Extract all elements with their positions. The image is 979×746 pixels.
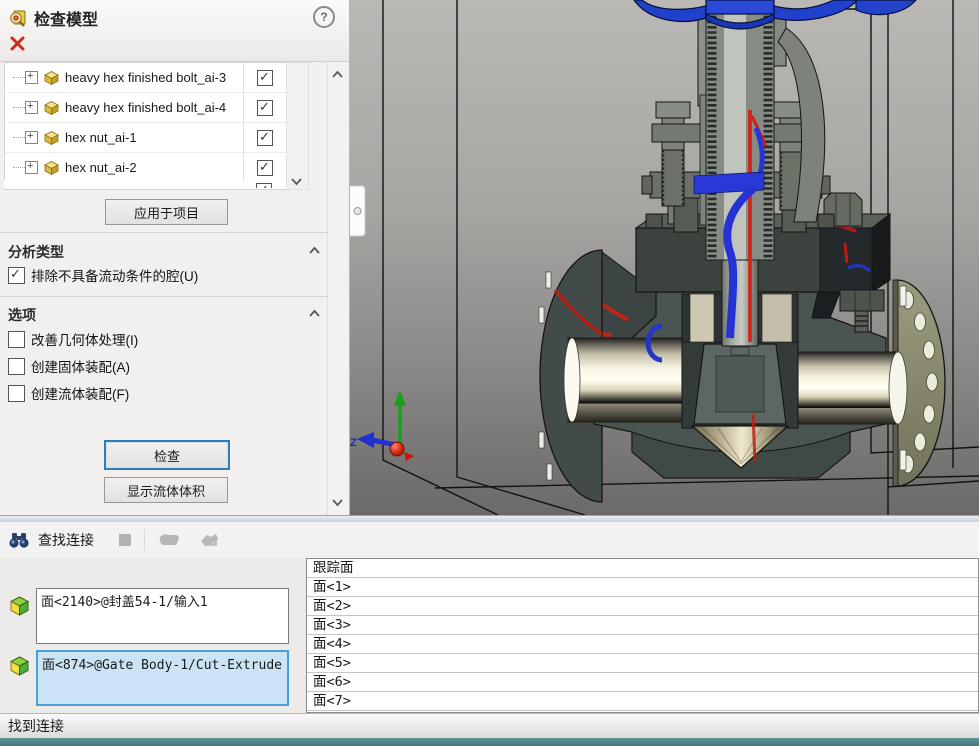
- solid-body-icon: [8, 594, 31, 617]
- component-label: hex nut_ai-1: [65, 130, 137, 145]
- tree-row[interactable]: hex nut_ai-1: [5, 123, 287, 153]
- gate-wedge: [694, 334, 786, 424]
- tree-row-partial: [4, 180, 286, 188]
- scroll-down-icon[interactable]: [331, 498, 344, 507]
- binoculars-icon: [8, 530, 30, 550]
- triad-y-label: Y: [394, 391, 400, 401]
- face-reference-text: 面<2140>@封盖54-1/输入1: [41, 595, 208, 610]
- expand-icon[interactable]: [25, 131, 38, 144]
- option-row: 创建流体装配(F): [8, 383, 308, 403]
- tracking-faces-pane: 跟踪面 面<1> 面<2> 面<3> 面<4> 面<5> 面<6> 面<7>: [306, 558, 979, 713]
- options-section-title: 选项: [8, 305, 36, 325]
- panel-header: 检查模型 ?: [0, 0, 349, 62]
- collapse-chevron-icon[interactable]: [308, 246, 321, 255]
- part-icon: [43, 159, 60, 176]
- check-button[interactable]: 检查: [104, 440, 230, 470]
- component-tree: heavy hex finished bolt_ai-3 heavy hex: [4, 62, 287, 190]
- scroll-down-icon[interactable]: [290, 177, 303, 186]
- divider: [0, 232, 328, 233]
- status-bar: 找到连接: [0, 713, 979, 738]
- flip-disabled-icon: [197, 531, 221, 549]
- find-connections-toolbar: 查找连接: [0, 522, 979, 559]
- component-label: heavy hex finished bolt_ai-4: [65, 100, 226, 115]
- triad-z-label: Z: [350, 437, 357, 449]
- analysis-section-title: 分析类型: [8, 242, 64, 262]
- part-icon: [43, 99, 60, 116]
- option-label: 改善几何体处理(I): [31, 329, 138, 349]
- 3d-viewport[interactable]: Y Z: [350, 0, 979, 515]
- tracking-face-row[interactable]: 面<7>: [307, 692, 978, 711]
- tracking-header: 跟踪面: [307, 559, 978, 578]
- tracking-face-row[interactable]: 面<5>: [307, 654, 978, 673]
- option-row: 排除不具备流动条件的腔(U): [8, 265, 308, 285]
- option-label: 创建固体装配(A): [31, 356, 130, 376]
- solid-body-icon: [8, 654, 31, 677]
- selection-pane: 面<2140>@封盖54-1/输入1 面<874>@Gate Body-1/Cu…: [0, 558, 307, 713]
- component-checkbox[interactable]: [257, 70, 273, 86]
- tree-connector: [13, 107, 25, 108]
- tree-scrollbar[interactable]: [286, 62, 309, 190]
- tracking-face-row[interactable]: 面<3>: [307, 616, 978, 635]
- expand-icon[interactable]: [25, 71, 38, 84]
- tracking-face-row[interactable]: 面<1>: [307, 578, 978, 597]
- tree-column-divider: [243, 62, 244, 188]
- option-checkbox[interactable]: [8, 385, 25, 402]
- option-row: 改善几何体处理(I): [8, 329, 308, 349]
- expand-icon[interactable]: [25, 161, 38, 174]
- component-checkbox[interactable]: [257, 160, 273, 176]
- analysis-options: 排除不具备流动条件的腔(U): [0, 265, 300, 292]
- tree-connector: [13, 167, 25, 168]
- component-checkbox[interactable]: [257, 100, 273, 116]
- check-model-icon: [8, 8, 28, 28]
- face-selection-box[interactable]: 面<874>@Gate Body-1/Cut-Extrude: [36, 650, 289, 706]
- face-reference-text: 面<874>@Gate Body-1/Cut-Extrude: [42, 658, 282, 673]
- option-label: 创建流体装配(F): [31, 383, 129, 403]
- tree-connector: [13, 137, 25, 138]
- close-button[interactable]: [10, 36, 25, 51]
- option-checkbox[interactable]: [8, 331, 25, 348]
- component-label: hex nut_ai-2: [65, 160, 137, 175]
- show-fluid-volume-button[interactable]: 显示流体体积: [104, 477, 228, 503]
- tree-row[interactable]: heavy hex finished bolt_ai-3: [5, 63, 287, 93]
- tree-row[interactable]: heavy hex finished bolt_ai-4: [5, 93, 287, 123]
- option-checkbox[interactable]: [8, 267, 25, 284]
- right-pipe-bore: [786, 352, 907, 424]
- option-label: 排除不具备流动条件的腔(U): [31, 265, 198, 285]
- tracking-face-row[interactable]: 面<2>: [307, 597, 978, 616]
- panel-title: 检查模型: [34, 6, 98, 30]
- tracking-face-row[interactable]: 面<4>: [307, 635, 978, 654]
- stop-icon[interactable]: [118, 533, 132, 547]
- divider: [0, 296, 328, 297]
- component-label: heavy hex finished bolt_ai-3: [65, 70, 226, 85]
- app-window: 检查模型 ?: [0, 0, 979, 746]
- options-list: 改善几何体处理(I) 创建固体装配(A) 创建流体装配(F): [0, 329, 300, 410]
- apply-to-project-button[interactable]: 应用于项目: [105, 199, 228, 225]
- part-icon: [43, 129, 60, 146]
- option-checkbox[interactable]: [8, 358, 25, 375]
- help-icon[interactable]: ?: [313, 6, 335, 28]
- isolate-disabled-icon: [157, 531, 183, 549]
- tree-connector: [13, 77, 25, 78]
- collapse-chevron-icon[interactable]: [308, 309, 321, 318]
- option-row: 创建固体装配(A): [8, 356, 308, 376]
- panel-scrollbar[interactable]: [327, 62, 348, 515]
- part-icon: [43, 69, 60, 86]
- face-selection-box[interactable]: 面<2140>@封盖54-1/输入1: [36, 588, 289, 644]
- tracking-face-list: 面<1> 面<2> 面<3> 面<4> 面<5> 面<6> 面<7>: [307, 578, 978, 711]
- status-text: 找到连接: [8, 716, 64, 736]
- taskbar-edge: [0, 738, 979, 746]
- tracking-face-row[interactable]: 面<6>: [307, 673, 978, 692]
- scroll-up-icon[interactable]: [331, 70, 344, 79]
- toolbar-divider: [144, 529, 145, 551]
- component-checkbox[interactable]: [257, 130, 273, 146]
- check-model-panel: 检查模型 ?: [0, 0, 350, 515]
- panel-splitter-handle[interactable]: [350, 186, 365, 236]
- expand-icon[interactable]: [25, 101, 38, 114]
- tree-row[interactable]: hex nut_ai-2: [5, 153, 287, 183]
- find-connections-title: 查找连接: [38, 530, 94, 550]
